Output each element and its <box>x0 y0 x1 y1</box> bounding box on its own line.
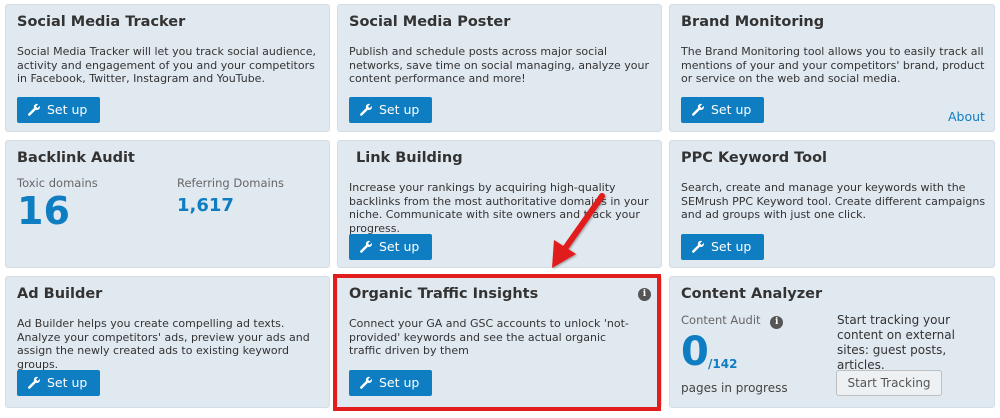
card-ad-builder: Ad Builder Ad Builder helps you create c… <box>5 276 330 408</box>
about-link[interactable]: About <box>948 109 985 124</box>
card-title: Content Analyzer <box>681 286 823 302</box>
wrench-icon <box>692 240 704 253</box>
button-label: Set up <box>47 102 88 117</box>
start-tracking-button[interactable]: Start Tracking <box>836 370 942 396</box>
red-arrow-icon <box>552 193 605 268</box>
button-label: Set up <box>379 102 420 117</box>
card-description: Increase your rankings by acquiring high… <box>349 181 649 235</box>
setup-button[interactable]: Set up <box>681 97 765 123</box>
card-brand-monitoring: Brand Monitoring The Brand Monitoring to… <box>669 4 995 132</box>
card-title: Social Media Poster <box>349 14 511 30</box>
info-icon[interactable]: i <box>770 316 784 329</box>
card-title: Link Building <box>356 150 463 166</box>
card-content-analyzer: Content Analyzer Content Audit i 0 /142 … <box>669 276 995 408</box>
setup-button[interactable]: Set up <box>349 97 433 123</box>
card-title: Social Media Tracker <box>17 14 186 30</box>
wrench-icon <box>360 240 372 253</box>
content-audit-label: Content Audit i <box>681 313 784 329</box>
button-label: Set up <box>711 239 752 254</box>
setup-button[interactable]: Set up <box>17 370 101 396</box>
card-description: The Brand Monitoring tool allows you to … <box>681 45 985 85</box>
card-social-media-tracker: Social Media Tracker Social Media Tracke… <box>5 4 330 132</box>
setup-button[interactable]: Set up <box>17 97 101 123</box>
wrench-icon <box>28 376 40 389</box>
card-social-media-poster: Social Media Poster Publish and schedule… <box>337 4 662 132</box>
wrench-icon <box>28 103 40 116</box>
card-ppc-keyword-tool: PPC Keyword Tool Search, create and mana… <box>669 140 995 268</box>
card-backlink-audit: Backlink Audit Toxic domains 16 Referrin… <box>5 140 330 268</box>
toxic-domains-value[interactable]: 16 <box>17 189 70 233</box>
highlight-annotation-box <box>333 274 661 411</box>
referring-domains-label: Referring Domains <box>177 176 284 190</box>
wrench-icon <box>692 103 704 116</box>
button-label: Set up <box>379 239 420 254</box>
card-title: Ad Builder <box>17 286 103 302</box>
pages-in-progress-label: pages in progress <box>681 381 788 395</box>
setup-button[interactable]: Set up <box>681 234 765 260</box>
card-title: Brand Monitoring <box>681 14 825 30</box>
content-audit-total: /142 <box>708 357 738 371</box>
content-audit-text: Content Audit <box>681 313 761 327</box>
card-description: Social Media Tracker will let you track … <box>17 45 316 85</box>
card-description: Ad Builder helps you create compelling a… <box>17 317 310 371</box>
wrench-icon <box>360 103 372 116</box>
setup-button[interactable]: Set up <box>349 234 433 260</box>
button-label: Set up <box>47 375 88 390</box>
card-title: PPC Keyword Tool <box>681 150 828 166</box>
start-tracking-promo: Start tracking your content on external … <box>837 313 955 372</box>
card-description: Publish and schedule posts across major … <box>349 45 649 85</box>
card-description: Search, create and manage your keywords … <box>681 181 986 221</box>
button-label: Set up <box>711 102 752 117</box>
card-title: Backlink Audit <box>17 150 135 166</box>
card-link-building: Link Building Increase your rankings by … <box>337 140 662 268</box>
toxic-domains-label: Toxic domains <box>17 176 98 190</box>
referring-domains-value[interactable]: 1,617 <box>177 195 234 216</box>
content-audit-value[interactable]: 0 <box>681 329 709 375</box>
